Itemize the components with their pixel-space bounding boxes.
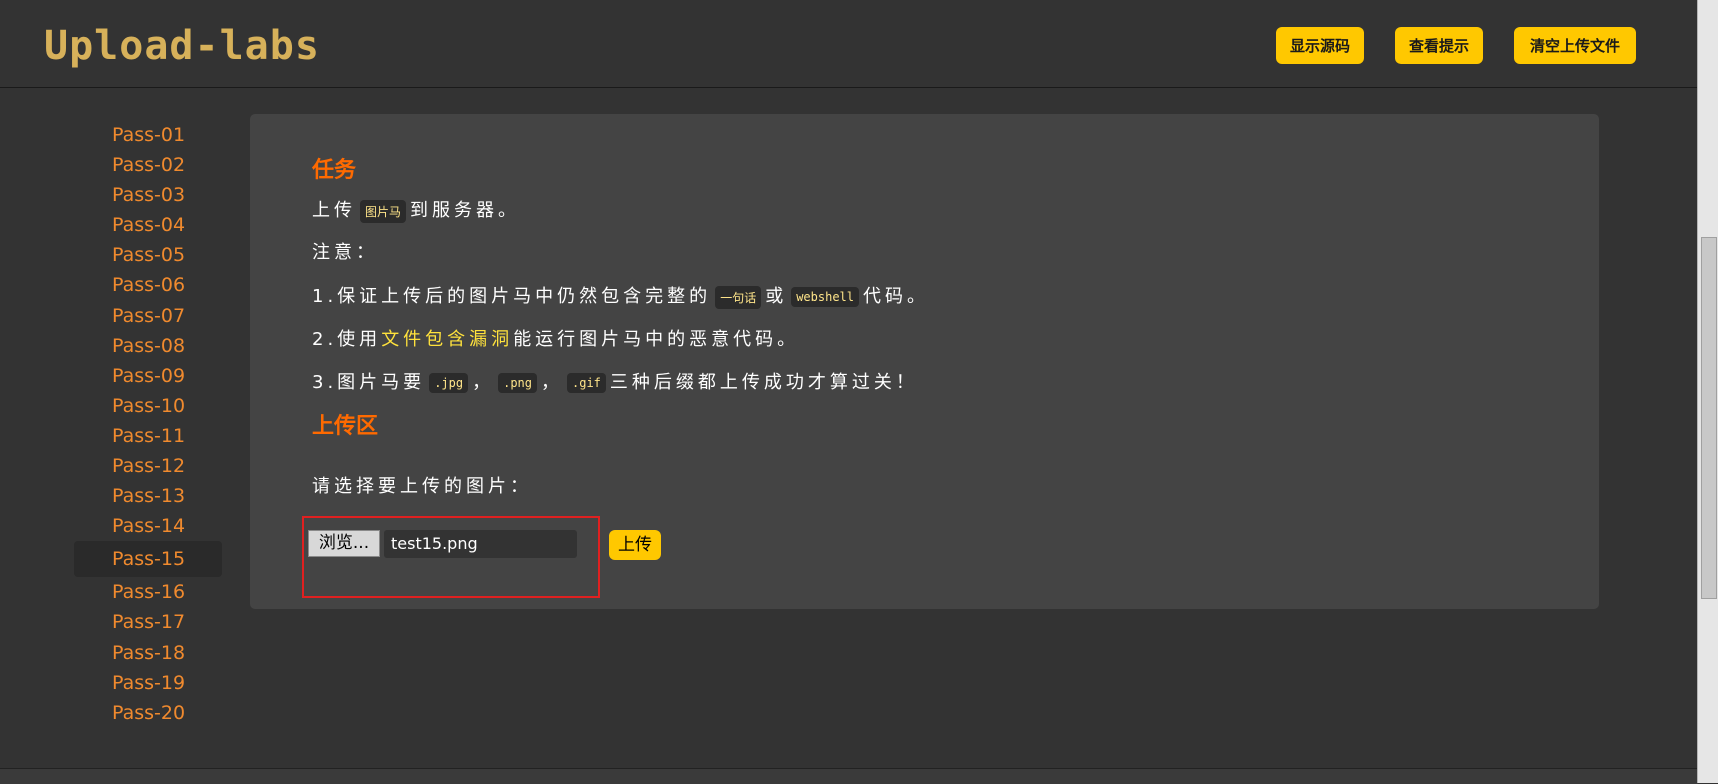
sidebar-item-pass-19[interactable]: Pass-19 [0,668,240,698]
browse-button[interactable]: 浏览... [308,530,380,557]
sidebar-item-pass-12[interactable]: Pass-12 [0,451,240,481]
note-label: 注意： [312,242,378,263]
sidebar-item-pass-03[interactable]: Pass-03 [0,180,240,210]
sidebar-item-pass-18[interactable]: Pass-18 [0,638,240,668]
sidebar-item-pass-14[interactable]: Pass-14 [0,511,240,541]
sidebar-item-pass-11[interactable]: Pass-11 [0,421,240,451]
sidebar-item-pass-15[interactable]: Pass-15 [74,541,222,578]
code-tag: .png [498,373,537,393]
code-tag: webshell [791,287,859,307]
sidebar-item-pass-17[interactable]: Pass-17 [0,607,240,637]
task-text: 上传 [312,200,356,221]
sidebar-item-pass-10[interactable]: Pass-10 [0,391,240,421]
file-name-field[interactable]: test15.png [384,530,577,558]
sidebar-item-pass-02[interactable]: Pass-02 [0,150,240,180]
code-tag: .jpg [429,373,469,393]
sidebar-item-pass-04[interactable]: Pass-04 [0,210,240,240]
rule-text: 或 [765,286,788,307]
clear-uploads-button[interactable]: 清空上传文件 [1514,27,1636,64]
sidebar-item-pass-01[interactable]: Pass-01 [0,120,240,150]
rule-text: 2.使用 [312,329,382,350]
code-tag: .gif [567,373,606,393]
bottom-bar [0,768,1698,784]
upload-submit-button[interactable]: 上传 [609,530,661,560]
task-title: 任务 [312,158,357,183]
pass-sidebar: Pass-01 Pass-02 Pass-03 Pass-04 Pass-05 Pass-… [0,120,240,728]
code-tag: 图片马 [360,199,407,223]
rule-text: 1.保证上传后的图片马中仍然包含完整的 [312,286,712,307]
rule-text: ， [472,372,495,393]
vertical-scrollbar[interactable] [1697,0,1718,783]
code-tag: 一句话 [715,285,762,309]
rule-3: 3.图片马要 .jpg， .png， .gif 三种后缀都上传成功才算过关！ [312,368,918,394]
sidebar-item-pass-16[interactable]: Pass-16 [0,577,240,607]
sidebar-item-pass-13[interactable]: Pass-13 [0,481,240,511]
sidebar-item-pass-09[interactable]: Pass-09 [0,361,240,391]
sidebar-item-pass-06[interactable]: Pass-06 [0,270,240,300]
top-header: Upload-labs 显示源码 查看提示 清空上传文件 [0,0,1698,88]
site-logo[interactable]: Upload-labs [44,22,320,70]
upload-prompt: 请选择要上传的图片： [312,476,532,497]
rule-text: ， [541,372,563,393]
rule-text: 3.图片马要 [312,372,426,393]
task-line-1: 上传 图片马 到服务器。 [312,196,520,223]
show-source-button[interactable]: 显示源码 [1276,27,1364,64]
rule-2: 2.使用文件包含漏洞能运行图片马中的恶意代码。 [312,325,799,351]
upload-title: 上传区 [312,414,379,439]
sidebar-item-pass-20[interactable]: Pass-20 [0,698,240,728]
sidebar-item-pass-05[interactable]: Pass-05 [0,240,240,270]
main-panel: 任务 上传 图片马 到服务器。 注意： 1.保证上传后的图片马中仍然包含完整的 一句话… [250,114,1599,609]
view-hint-button[interactable]: 查看提示 [1395,27,1483,64]
task-text: 到服务器。 [410,200,521,221]
rule-text: 代码。 [863,286,929,307]
rule-text: 能运行图片马中的恶意代码。 [513,329,800,350]
rule-1: 1.保证上传后的图片马中仍然包含完整的 一句话或 webshell 代码。 [312,282,929,309]
file-inclusion-highlight: 文件包含漏洞 [381,329,514,350]
rule-text: 三种后缀都上传成功才算过关！ [609,372,918,393]
scrollbar-thumb[interactable] [1701,237,1717,599]
sidebar-item-pass-07[interactable]: Pass-07 [0,301,240,331]
sidebar-item-pass-08[interactable]: Pass-08 [0,331,240,361]
